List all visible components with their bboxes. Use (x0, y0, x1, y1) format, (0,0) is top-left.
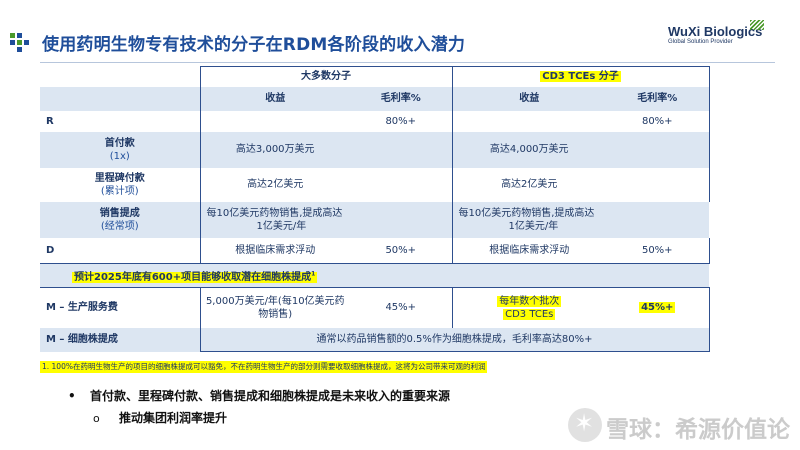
cell-r-gm-majority: 80%+ (350, 110, 453, 132)
group-header-majority: 大多数分子 (199, 66, 453, 87)
col-header-gm-majority: 毛利率% (350, 86, 453, 111)
table-row-cellline: M – 细胞株提成 通常以药品销售额的0.5%作为细胞株提成，毛利率高达80%+ (40, 327, 710, 352)
cell-d-gm-majority: 50%+ (350, 237, 453, 264)
header-divider (40, 62, 775, 63)
group-header-cd3: CD3 TCEs 分子 (452, 66, 710, 87)
table-row-r: R 80%+ 80%+ (40, 110, 710, 132)
col-header-revenue-majority: 收益 (199, 86, 350, 111)
bullet-marker: • (68, 389, 76, 403)
row-label-r: R (46, 115, 54, 127)
brand-hatch-icon (750, 20, 764, 30)
cell-mfg-gm-cd3: 45%+ (606, 287, 710, 328)
cell-cellline-text: 通常以药品销售额的0.5%作为细胞株提成，毛利率高达80%+ (199, 327, 710, 352)
cell-upfront-rev-majority: 高达3,000万美元 (199, 131, 350, 168)
bullet-level1: • 首付款、里程碑付款、销售提成和细胞株提成是未来收入的重要来源 (68, 389, 451, 403)
row-label-upfront: 首付款 (1x) (104, 137, 135, 162)
row-label-manufacturing: M – 生产服务费 (46, 302, 118, 314)
footnote: 1. 100%在药明生物生产的项目的细胞株提成可以豁免，不在药明生物生产的部分则… (40, 361, 488, 373)
cell-royalty-rev-majority: 每10亿美元药物销售,提成高达 1亿美元/年 (199, 201, 452, 238)
row-label-royalty: 销售提成 (经常项) (99, 207, 140, 232)
brand-tagline: Global Solution Provider (668, 39, 733, 45)
cell-royalty-rev-cd3: 每10亿美元药物销售,提成高达 1亿美元/年 (451, 201, 710, 238)
cell-milestone-rev-cd3: 高达2亿美元 (501, 179, 558, 190)
bullet-marker: o (93, 412, 100, 425)
group-header-cd3-label: CD3 TCEs 分子 (540, 71, 621, 83)
snowflake-icon (568, 408, 602, 442)
brand-logo: WuXi Biologics Global Solution Provider (668, 20, 776, 50)
cell-milestone-rev-majority: 高达2亿美元 (199, 167, 350, 202)
row-label-milestone: 里程碑付款 (累计项) (94, 172, 145, 197)
cell-mfg-rev-majority: 5,000万美元/年(每10亿美元药 物销售) (199, 287, 350, 328)
watermark-text: 雪球：希源价值论 (606, 417, 790, 443)
row-label-cellline: M – 细胞株提成 (46, 334, 118, 345)
cell-upfront-rev-cd3: 高达4,000万美元 (489, 144, 569, 155)
cell-mfg-rev-cd3: 每年数个批次 CD3 TCEs (497, 295, 562, 320)
cell-d-rev-cd3: 根据临床需求浮动 (489, 244, 570, 256)
slide-title: 使用药明生物专有技术的分子在RDM各阶段的收入潜力 (42, 35, 466, 55)
col-header-gm-cd3: 毛利率% (606, 86, 710, 111)
bullet-level2: o 推动集团利润率提升 (93, 411, 228, 425)
cell-d-rev-majority: 根据临床需求浮动 (199, 237, 350, 264)
table-row-d: D 根据临床需求浮动 50%+ 根据临床需求浮动 50%+ (40, 237, 710, 264)
cell-d-gm-cd3: 50%+ (606, 237, 710, 264)
cell-mfg-gm-majority: 45%+ (350, 287, 453, 328)
table-row-royalty: 销售提成 (经常项) 每10亿美元药物销售,提成高达 1亿美元/年 每10亿美元… (40, 201, 710, 238)
col-header-revenue-cd3: 收益 (519, 93, 540, 104)
square-grid-icon (10, 33, 30, 53)
table-group-header-row: 大多数分子 CD3 TCEs 分子 (40, 66, 710, 87)
table-row-forecast: 预计2025年底有600+项目能够收取潜在细胞株提成1 (40, 263, 710, 288)
table-row-upfront: 首付款 (1x) 高达3,000万美元 高达4,000万美元 (40, 131, 710, 168)
row-label-d: D (46, 244, 55, 256)
revenue-table: 大多数分子 CD3 TCEs 分子 收益 毛利率% 收益 毛利率% R 80%+… (40, 66, 710, 352)
watermark: 雪球：希源价值论 (568, 408, 793, 443)
slide: 使用药明生物专有技术的分子在RDM各阶段的收入潜力 WuXi Biologics… (0, 0, 800, 450)
table-row-manufacturing: M – 生产服务费 5,000万美元/年(每10亿美元药 物销售) 45%+ 每… (40, 287, 710, 328)
table-col-header-row: 收益 毛利率% 收益 毛利率% (40, 86, 710, 111)
cell-r-gm-cd3: 80%+ (606, 110, 710, 132)
table-row-milestone: 里程碑付款 (累计项) 高达2亿美元 高达2亿美元 (40, 167, 710, 202)
forecast-note: 预计2025年底有600+项目能够收取潜在细胞株提成1 (40, 263, 710, 288)
